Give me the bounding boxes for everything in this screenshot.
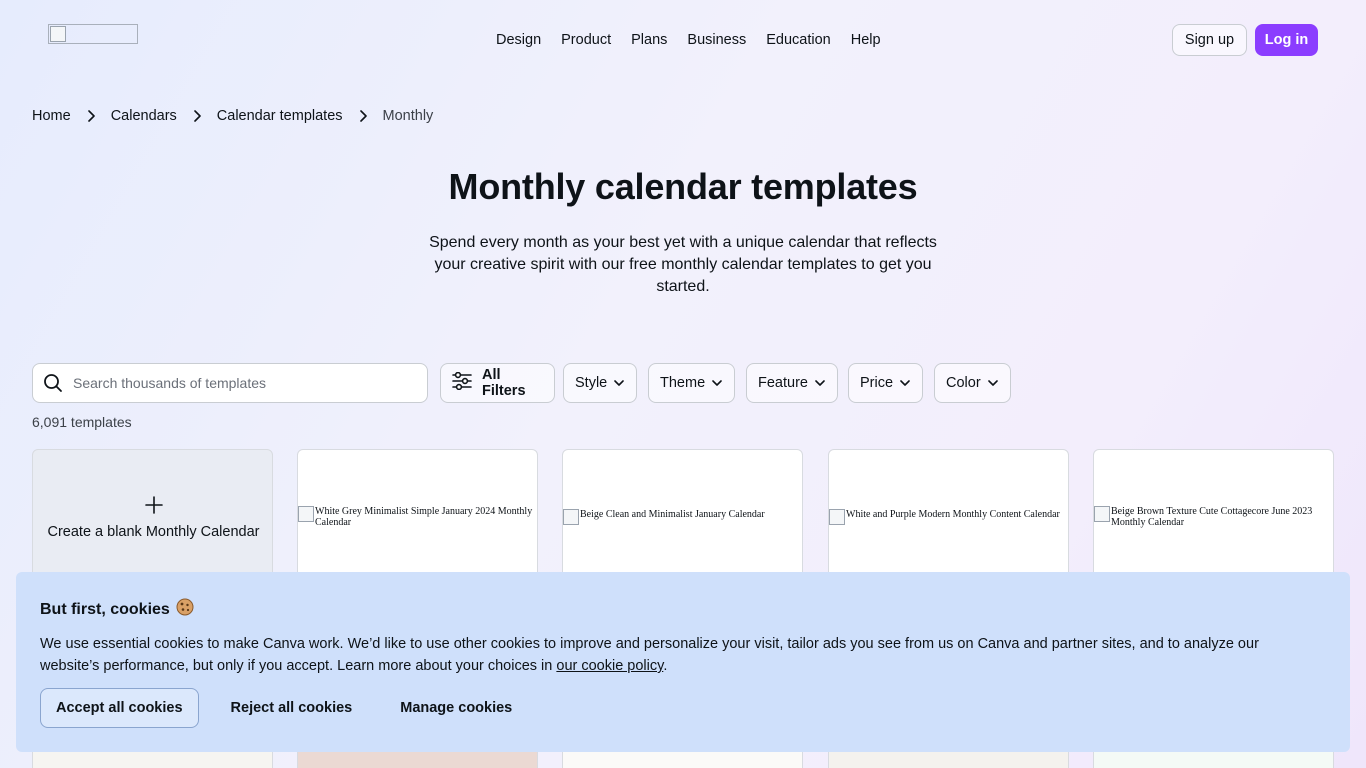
template-thumbnail: White Grey Minimalist Simple January 202…: [298, 506, 537, 528]
feature-filter-dropdown[interactable]: Feature: [746, 363, 838, 403]
chevron-right-icon: [177, 110, 217, 122]
price-filter-label: Price: [860, 375, 894, 391]
sliders-icon: [452, 371, 472, 394]
all-filters-label: All Filters: [482, 367, 526, 399]
color-filter-label: Color: [946, 375, 981, 391]
search-icon: [33, 373, 73, 393]
template-thumbnail: White and Purple Modern Monthly Content …: [829, 509, 1068, 525]
cookie-title-text: But first, cookies: [40, 600, 170, 618]
search-bar: [32, 363, 428, 403]
nav-plans[interactable]: Plans: [631, 30, 667, 50]
broken-image-icon: [1094, 506, 1110, 522]
cookie-policy-link[interactable]: our cookie policy: [556, 658, 663, 674]
nav-product[interactable]: Product: [561, 30, 611, 50]
breadcrumb: Home Calendars Calendar templates Monthl…: [32, 106, 433, 126]
style-filter-dropdown[interactable]: Style: [563, 363, 638, 403]
logo-image[interactable]: [48, 24, 138, 44]
site-header: Design Product Plans Business Education …: [0, 0, 1366, 80]
nav-education[interactable]: Education: [766, 30, 831, 50]
chevron-down-icon: [711, 375, 723, 391]
feature-filter-label: Feature: [758, 375, 808, 391]
broken-image-icon: [50, 26, 66, 42]
chevron-right-icon: [343, 110, 383, 122]
reject-cookies-button[interactable]: Reject all cookies: [231, 688, 353, 728]
theme-filter-label: Theme: [660, 375, 706, 391]
breadcrumb-calendar-templates[interactable]: Calendar templates: [217, 106, 343, 126]
breadcrumb-calendars[interactable]: Calendars: [111, 106, 177, 126]
broken-image-icon: [298, 506, 314, 522]
template-thumbnail: Beige Brown Texture Cute Cottagecore Jun…: [1094, 506, 1333, 528]
broken-image-icon: [563, 509, 579, 525]
price-filter-dropdown[interactable]: Price: [848, 363, 924, 403]
results-count: 6,091 templates: [32, 414, 132, 430]
template-alt-text: Beige Clean and Minimalist January Calen…: [580, 509, 765, 520]
cookie-title: But first, cookies: [40, 598, 1326, 621]
template-alt-text: White Grey Minimalist Simple January 202…: [315, 506, 533, 528]
page-title: Monthly calendar templates: [448, 166, 918, 207]
cookie-banner: But first, cookies We use essential cook…: [16, 572, 1350, 752]
nav-help[interactable]: Help: [851, 30, 881, 50]
cookie-actions: Accept all cookies Reject all cookies Ma…: [40, 688, 512, 728]
search-input[interactable]: [73, 375, 413, 391]
color-filter-dropdown[interactable]: Color: [934, 363, 1011, 403]
chevron-right-icon: [71, 110, 111, 122]
accept-cookies-button[interactable]: Accept all cookies: [40, 688, 199, 728]
chevron-down-icon: [814, 375, 826, 391]
page-subtitle: Spend every month as your best yet with …: [429, 234, 937, 295]
cookie-text-end: .: [663, 658, 668, 674]
create-blank-label: Create a blank Monthly Calendar: [47, 524, 260, 540]
manage-cookies-button[interactable]: Manage cookies: [400, 688, 512, 728]
template-alt-text: Beige Brown Texture Cute Cottagecore Jun…: [1111, 506, 1313, 528]
chevron-down-icon: [613, 375, 625, 391]
theme-filter-dropdown[interactable]: Theme: [648, 363, 736, 403]
style-filter-label: Style: [575, 375, 608, 391]
breadcrumb-monthly: Monthly: [382, 108, 434, 124]
main-nav: Design Product Plans Business Education …: [496, 30, 881, 50]
log-in-button[interactable]: Log in: [1255, 24, 1318, 56]
breadcrumb-home[interactable]: Home: [32, 106, 71, 126]
chevron-down-icon: [899, 375, 911, 391]
nav-business[interactable]: Business: [687, 30, 746, 50]
broken-image-icon: [829, 509, 845, 525]
plus-icon: [33, 490, 272, 520]
template-alt-text: White and Purple Modern Monthly Content …: [846, 509, 1060, 520]
cookie-text: We use essential cookies to make Canva w…: [40, 633, 1300, 677]
template-thumbnail: Beige Clean and Minimalist January Calen…: [563, 509, 802, 525]
all-filters-button[interactable]: All Filters: [440, 363, 555, 403]
nav-design[interactable]: Design: [496, 30, 541, 50]
sign-up-button[interactable]: Sign up: [1172, 24, 1247, 56]
chevron-down-icon: [987, 375, 999, 391]
cookie-icon: [176, 598, 194, 621]
